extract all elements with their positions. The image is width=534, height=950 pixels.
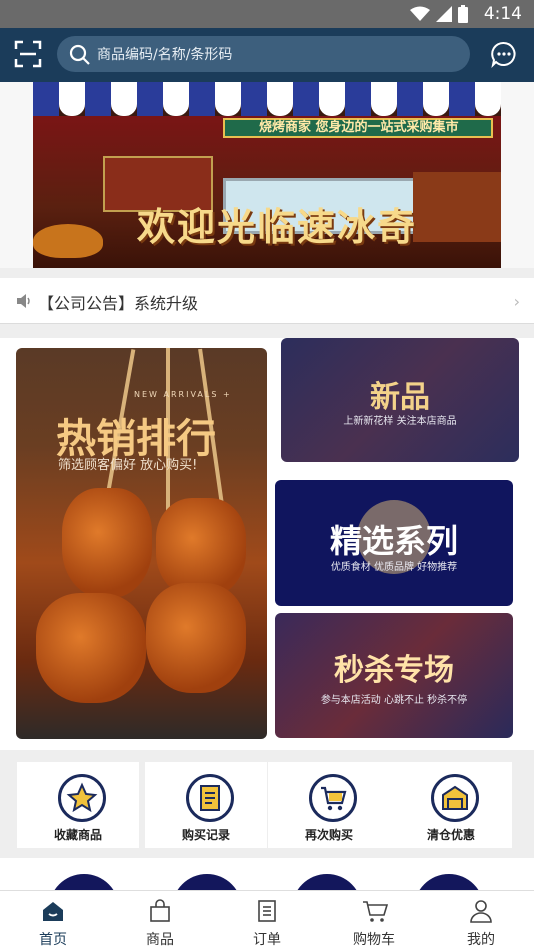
selected-series-title: 精选系列 [329,522,458,560]
banner-sign: 烧烤商家 您身边的一站式采购集市 [223,118,493,138]
chicken-wing-graphic [146,583,246,693]
wifi-icon [410,6,430,21]
bottom-tab-bar: 首页 商品 订单 购物车 我的 [0,890,534,950]
new-products-subtitle: 上新新花样 关注本店商品 [343,416,457,427]
user-icon [470,900,492,923]
new-arrivals-tag: NEW ARRIVALS + [134,390,232,399]
seckill-title: 秒杀专场 [334,653,454,688]
purchase-history-button[interactable]: 购买记录 [145,762,267,848]
favorites-button[interactable]: 收藏商品 [17,762,139,848]
new-products-title: 新品 [370,380,430,415]
promo-banner[interactable]: 烧烤商家 您身边的一站式采购集市 欢迎光临速冰奇 [33,82,501,268]
seckill-subtitle: 参与本店活动 心跳不止 秒杀不停 [320,695,468,706]
buy-again-button[interactable]: 再次购买 [268,762,390,848]
banner-area: 烧烤商家 您身边的一站式采购集市 欢迎光临速冰奇 [0,82,534,268]
tab-label: 首页 [39,932,67,948]
tab-label: 商品 [146,932,174,948]
search-placeholder: 商品编码/名称/条形码 [97,47,233,63]
skewer-graphic [413,172,501,242]
announcement-text: 【公司公告】系统升级 [38,294,199,313]
awning-graphic [33,82,501,116]
cart-plus-icon [309,774,357,822]
tab-home[interactable]: 首页 [0,891,106,950]
chicken-wing-graphic [62,488,152,598]
clearance-button[interactable]: 清仓优惠 [390,762,512,848]
tab-label: 我的 [467,932,495,948]
purchase-history-label: 购买记录 [181,828,230,842]
buy-again-label: 再次购买 [304,828,353,842]
search-input[interactable]: 商品编码/名称/条形码 [57,36,470,72]
status-bar: 4:14 [0,0,534,28]
selected-series-card[interactable]: 精选系列 优质食材 优质品牌 好物推荐 [275,480,513,606]
seckill-card[interactable]: 秒杀专场 参与本店活动 心跳不止 秒杀不停 [275,613,513,738]
scan-icon[interactable] [14,40,42,68]
cart-icon [363,901,388,922]
search-icon [69,44,90,65]
new-products-card[interactable]: 新品 上新新花样 关注本店商品 [281,338,519,462]
tab-label: 购物车 [353,932,395,948]
home-icon [43,902,63,921]
banner-title: 欢迎光临速冰奇 [137,204,418,249]
tab-profile[interactable]: 我的 [428,891,534,950]
top-bar: 商品编码/名称/条形码 [0,28,534,82]
clearance-label: 清仓优惠 [426,828,475,842]
hot-ranking-card[interactable]: NEW ARRIVALS + 热销排行 筛选顾客偏好 放心购买! [16,348,267,739]
receipt-icon [186,774,234,822]
quick-links: 收藏商品 购买记录 再次购买 清仓优惠 [0,750,534,858]
order-icon [258,900,276,922]
announcement-bar[interactable]: 【公司公告】系统升级 › [0,278,534,324]
speaker-icon [17,294,30,308]
bag-icon [150,899,170,922]
tab-cart[interactable]: 购物车 [321,891,427,950]
battery-icon [458,5,468,23]
chicken-wing-graphic [36,593,146,703]
warehouse-icon [431,774,479,822]
feature-section: NEW ARRIVALS + 热销排行 筛选顾客偏好 放心购买! 新品 上新新花… [0,338,534,750]
star-icon [58,774,106,822]
status-time: 4:14 [483,4,522,24]
hot-ranking-subtitle: 筛选顾客偏好 放心购买! [58,458,198,473]
signal-icon [436,6,452,22]
tab-products[interactable]: 商品 [107,891,213,950]
favorites-label: 收藏商品 [53,828,102,842]
roast-chicken-graphic [33,224,103,258]
selected-series-subtitle: 优质食材 优质品牌 好物推荐 [330,562,458,573]
chevron-right-icon: › [513,292,520,311]
tab-orders[interactable]: 订单 [214,891,320,950]
status-icons [410,5,468,23]
message-icon[interactable] [490,40,518,68]
tab-label: 订单 [253,932,281,948]
